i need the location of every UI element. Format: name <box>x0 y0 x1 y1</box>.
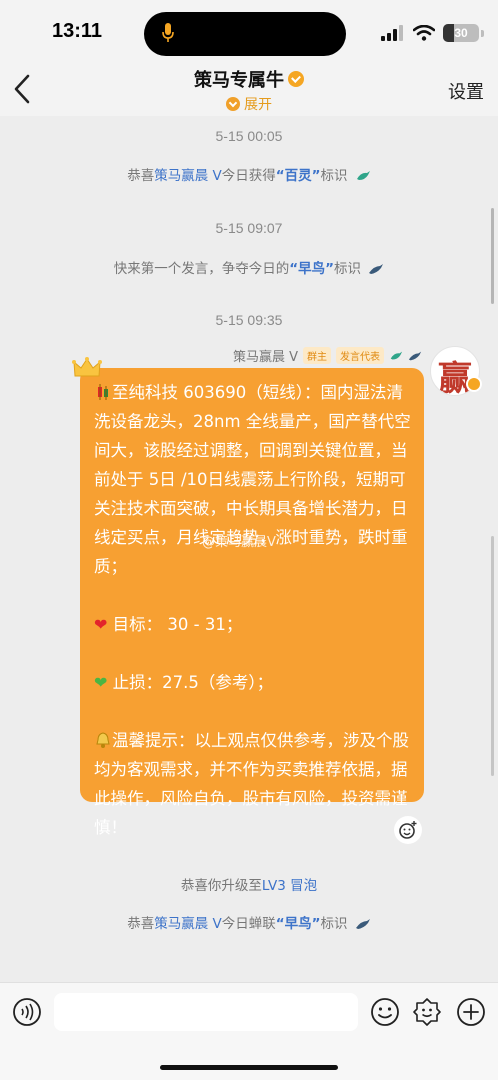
verified-badge-icon <box>466 376 482 392</box>
lark-icon <box>390 351 403 359</box>
voice-input-button[interactable] <box>12 997 42 1027</box>
badge-name: “早鸟” <box>289 261 334 277</box>
group-title-text: 策马专属牛 <box>194 70 284 91</box>
sys-text: 标识 <box>320 916 348 932</box>
chat-area[interactable]: 5-15 00:05 恭喜策马赢晨 V今日获得“百灵”标识 5-15 09:07… <box>0 116 498 982</box>
timestamp: 5-15 09:35 <box>215 312 283 328</box>
nav-bar: 策马专属牛 展开 设置 <box>0 64 498 116</box>
status-time: 13:11 <box>52 20 103 42</box>
lark-icon <box>356 171 370 180</box>
dynamic-island <box>144 12 346 56</box>
level-link[interactable]: LV3 冒泡 <box>262 878 317 894</box>
message-input[interactable] <box>54 993 358 1031</box>
signal-icon <box>381 25 403 41</box>
sys-text: 恭喜 <box>127 168 155 184</box>
sender-name[interactable]: 策马赢晨 V <box>233 346 298 365</box>
add-reaction-button[interactable] <box>394 816 422 844</box>
image-watermark: @策马赢晨V <box>202 535 276 550</box>
system-message: 恭喜你升级至LV3 冒泡 <box>0 874 498 894</box>
sys-text: 恭喜你升级至 <box>180 878 262 894</box>
status-bar: 13:11 30 <box>0 0 498 64</box>
speaker-tag: 发言代表 <box>336 347 384 364</box>
user-link[interactable]: 策马赢晨 V <box>154 916 222 932</box>
emoji-button[interactable] <box>370 997 400 1027</box>
battery-fill <box>443 24 454 42</box>
battery-icon: 30 <box>443 24 479 42</box>
early-bird-icon <box>355 919 370 929</box>
sticker-button[interactable] <box>412 997 442 1027</box>
user-link[interactable]: 策马赢晨 V <box>154 168 222 184</box>
sys-text: 恭喜 <box>127 916 155 932</box>
timestamp: 5-15 00:05 <box>215 128 283 144</box>
status-icons: 30 <box>381 22 484 44</box>
home-indicator[interactable] <box>160 1065 338 1070</box>
sys-text: 今日蝉联 <box>221 916 276 932</box>
microphone-icon <box>162 23 174 42</box>
badge-name: “百灵” <box>275 168 321 184</box>
chevron-down-icon <box>226 97 240 111</box>
plus-button[interactable] <box>456 997 486 1027</box>
sys-text: 今日获得 <box>221 168 276 184</box>
nav-title-group: 策马专属牛 展开 <box>0 64 498 115</box>
sys-text: 标识 <box>333 261 361 277</box>
sys-text: 快来第一个发言，争夺今日的 <box>113 261 290 277</box>
sys-text: 标识 <box>320 168 348 184</box>
badge-name: “早鸟” <box>275 916 321 932</box>
crown-icon <box>72 357 102 377</box>
input-bar <box>0 982 498 1080</box>
stop-text: 止损：27.5（参考）； <box>112 673 274 692</box>
scrollbar-track-hint <box>491 536 494 776</box>
early-bird-icon <box>369 264 384 274</box>
battery-text: 30 <box>454 26 468 40</box>
system-message: 恭喜策马赢晨 V今日蝉联“早鸟”标识 <box>0 912 498 932</box>
tip-text: 温馨提示：以上观点仅供参考，涉及个股均为客观需求，并不作为买卖推荐依据，据此操作… <box>94 731 409 837</box>
wifi-icon <box>413 25 435 41</box>
tip-line: 温馨提示：以上观点仅供参考，涉及个股均为客观需求，并不作为买卖推荐依据，据此操作… <box>94 726 412 842</box>
red-heart-icon: ❤ <box>94 615 108 634</box>
stop-line: ❤ 止损：27.5（参考）； <box>94 668 412 697</box>
target-line: ❤ 目标： 30 - 31； <box>94 610 412 639</box>
early-bird-icon <box>408 351 422 360</box>
verified-badge-icon <box>288 71 304 87</box>
target-text: 目标： 30 - 31； <box>112 615 243 634</box>
sender-info: 策马赢晨 V 群主 发言代表 <box>233 346 422 365</box>
timestamp: 5-15 09:07 <box>215 220 283 236</box>
green-heart-icon: ❤ <box>94 673 108 692</box>
bell-icon <box>96 732 110 748</box>
battery-tip <box>481 29 484 37</box>
owner-tag: 群主 <box>303 347 331 364</box>
candlestick-icon <box>98 384 108 400</box>
expand-toggle[interactable]: 展开 <box>226 94 272 114</box>
settings-button[interactable]: 设置 <box>448 78 484 104</box>
emoji-add-icon <box>399 821 417 839</box>
group-title[interactable]: 策马专属牛 <box>194 66 304 92</box>
avatar-calligraphy: 赢 <box>438 359 472 396</box>
message-bubble[interactable]: 至纯科技 603690（短线）：国内湿法清洗设备龙头，28nm 全线量产，国产替… <box>80 368 424 837</box>
system-message: 恭喜策马赢晨 V今日获得“百灵”标识 <box>0 164 498 184</box>
expand-label: 展开 <box>244 97 272 113</box>
system-message: 快来第一个发言，争夺今日的“早鸟”标识 <box>0 257 498 277</box>
